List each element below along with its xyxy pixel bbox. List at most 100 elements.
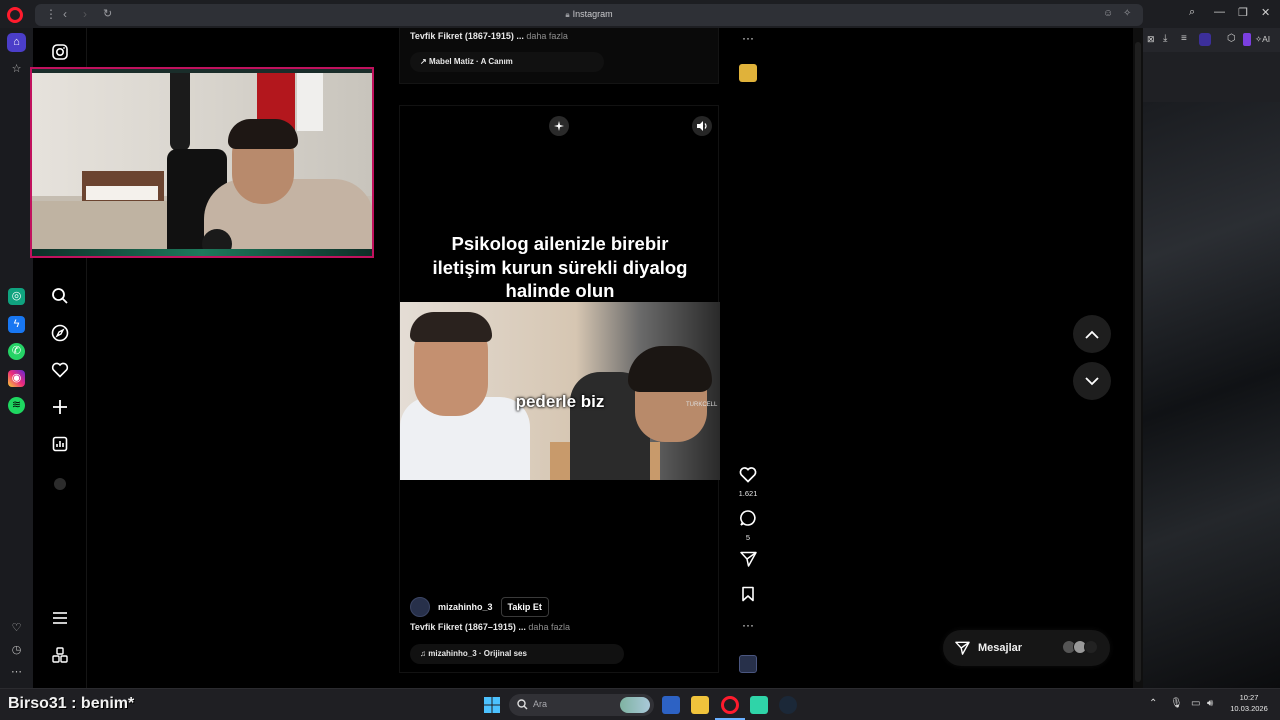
file-explorer-icon[interactable] [691, 696, 709, 714]
app-icon-green[interactable] [750, 696, 768, 714]
previous-post-audio-thumb[interactable] [733, 64, 763, 82]
cube-icon[interactable]: ⬡ [1227, 33, 1236, 44]
webcam-overlay [30, 67, 374, 258]
speaker-icon[interactable]: 🔊︎ [1207, 698, 1213, 709]
profile-avatar-icon[interactable] [48, 472, 72, 496]
taskbar-search-icon [517, 699, 528, 710]
share-icon [739, 551, 757, 567]
steam-icon[interactable] [779, 696, 797, 714]
search-icon[interactable] [48, 284, 72, 308]
reel-caption: Tevfik Fikret (1867–1915) ... daha fazla [410, 622, 570, 632]
taskbar: Birso31 : benim* Ara ⌃ 🎙︎ ▭ 🔊︎ 10:27 10.… [0, 688, 1280, 720]
taskbar-clock[interactable]: 10:27 10.03.2026 [1222, 692, 1276, 714]
previous-reel-button[interactable] [1073, 315, 1111, 353]
sidebar-toggle-icon[interactable] [1243, 33, 1251, 46]
chevron-down-icon [1085, 376, 1099, 385]
bookmark-icon [742, 586, 754, 602]
previous-post-caption: Tevfik Fikret (1867-1915) ... daha fazla [410, 31, 568, 41]
screen: ⋮ ‹ › ↻ 🔒︎ Instagram ☺ ✧ ⌕ — ❐ ✕ ⌂ ☆ ◎ ϟ … [0, 0, 1280, 720]
opera-logo-icon[interactable] [7, 7, 23, 23]
reel-audio-thumb[interactable] [733, 655, 763, 673]
emoji-icon[interactable]: ☺ [1103, 8, 1113, 19]
page-scrollbar[interactable] [1133, 28, 1143, 688]
messages-avatars [1062, 640, 1098, 654]
previous-post-more-icon[interactable]: ··· [733, 31, 763, 45]
reel-post[interactable]: Psikolog ailenizle birebir iletişim kuru… [399, 105, 720, 673]
share-button[interactable] [733, 551, 763, 572]
previous-post-more-link[interactable]: daha fazla [526, 31, 568, 41]
comment-button[interactable]: 5 [733, 509, 763, 542]
volume-icon[interactable] [692, 116, 712, 136]
history-icon[interactable]: ◷ [7, 641, 26, 660]
arrow-link-icon: ↗ [420, 57, 427, 66]
spotify-icon[interactable]: ≋ [8, 397, 25, 414]
maximize-icon[interactable]: ❐ [1238, 6, 1248, 19]
pin-icon[interactable]: ✧ [1123, 8, 1131, 19]
reel-more-icon[interactable]: ··· [733, 618, 763, 632]
reel-video[interactable]: TURKCELL pederle biz [400, 302, 720, 480]
search-tabs-icon[interactable]: ⌕ [1189, 6, 1195, 19]
insights-icon[interactable] [48, 432, 72, 456]
reel-more-link[interactable]: daha fazla [528, 622, 570, 632]
notifications-heart-icon[interactable] [48, 358, 72, 382]
windows-start-icon[interactable] [484, 697, 500, 718]
minimize-icon[interactable]: — [1214, 6, 1225, 18]
profile-icon[interactable] [1199, 33, 1211, 46]
instagram-app-icon[interactable]: ◉ [8, 370, 25, 387]
side-toolbar: ⊠ ⤓ ≡ ⬡ ✧AI [1143, 28, 1280, 52]
opera-sidebar: ⌂ ☆ ◎ ϟ ✆ ◉ ≋ ♡ ◷ ⋯ [0, 28, 33, 688]
messenger-icon[interactable]: ϟ [8, 316, 25, 333]
menu-icon[interactable] [48, 606, 72, 630]
favorites-heart-icon[interactable]: ♡ [7, 619, 26, 638]
create-plus-icon[interactable] [48, 395, 72, 419]
reel-actions: ··· 1.621 5 ··· [733, 28, 763, 688]
taskbar-search-placeholder: Ara [533, 699, 548, 709]
save-button[interactable] [733, 586, 763, 607]
network-icon[interactable]: ▭ [1191, 698, 1200, 709]
microphone-icon[interactable]: 🎙︎ [1170, 698, 1183, 709]
extension-icon[interactable]: ⊠ [1147, 34, 1155, 45]
reel-audio[interactable]: ♫ mizahinho_3 · Orijinal ses [410, 644, 624, 664]
comment-icon [740, 510, 756, 526]
like-heart-icon [739, 467, 757, 483]
taskbar-search[interactable]: Ara [509, 694, 654, 716]
chevron-up-icon [1085, 330, 1099, 339]
stream-title: Birso31 : benim* [8, 695, 135, 712]
like-button[interactable]: 1.621 [733, 466, 763, 498]
previous-post: Tevfik Fikret (1867-1915) ... daha fazla… [399, 28, 719, 84]
page-title: 🔒︎ Instagram [565, 9, 613, 19]
more-apps-icon[interactable] [48, 643, 72, 667]
author-name[interactable]: mizahinho_3 [438, 602, 493, 612]
previous-post-audio[interactable]: ↗ Mabel Matiz · A Canım [410, 52, 604, 72]
instagram-logo-icon[interactable] [48, 40, 72, 64]
home-icon[interactable]: ⌂ [7, 33, 26, 52]
browser-topbar: ⋮ ‹ › ↻ 🔒︎ Instagram ☺ ✧ ⌕ — ❐ ✕ [0, 0, 1280, 28]
scrollbar-thumb[interactable] [1135, 42, 1141, 682]
reel-author-row: mizahinho_3 Takip Et [410, 597, 549, 617]
close-icon[interactable]: ✕ [1261, 6, 1270, 19]
chatgpt-icon[interactable]: ◎ [8, 288, 25, 305]
list-icon[interactable]: ≡ [1181, 33, 1187, 44]
ai-icon[interactable]: ✧AI [1255, 34, 1270, 45]
side-panel: ⊠ ⤓ ≡ ⬡ ✧AI [1143, 28, 1280, 688]
opera-browser-icon[interactable] [721, 696, 739, 714]
follow-button[interactable]: Takip Et [500, 597, 549, 617]
star-icon[interactable]: ☆ [7, 60, 26, 79]
video-caption: pederle biz [515, 392, 605, 411]
more-icon[interactable]: ⋯ [7, 663, 26, 682]
sparkle-icon[interactable] [549, 116, 569, 136]
tray-chevron-icon[interactable]: ⌃ [1149, 698, 1157, 709]
next-reel-button[interactable] [1073, 362, 1111, 400]
music-note-icon: ♫ [420, 649, 426, 658]
send-icon [955, 641, 970, 655]
author-avatar[interactable] [410, 597, 430, 617]
task-view-icon[interactable] [662, 696, 680, 714]
side-wallpaper [1143, 102, 1280, 688]
address-bar[interactable]: ⋮ ‹ › ↻ 🔒︎ Instagram ☺ ✧ [35, 4, 1143, 26]
like-count: 1.621 [738, 489, 758, 498]
reel-headline: Psikolog ailenizle birebir iletişim kuru… [432, 233, 688, 301]
download-icon[interactable]: ⤓ [1163, 33, 1167, 44]
messages-button[interactable]: Mesajlar [943, 630, 1110, 666]
whatsapp-icon[interactable]: ✆ [8, 343, 25, 360]
explore-compass-icon[interactable] [48, 321, 72, 345]
